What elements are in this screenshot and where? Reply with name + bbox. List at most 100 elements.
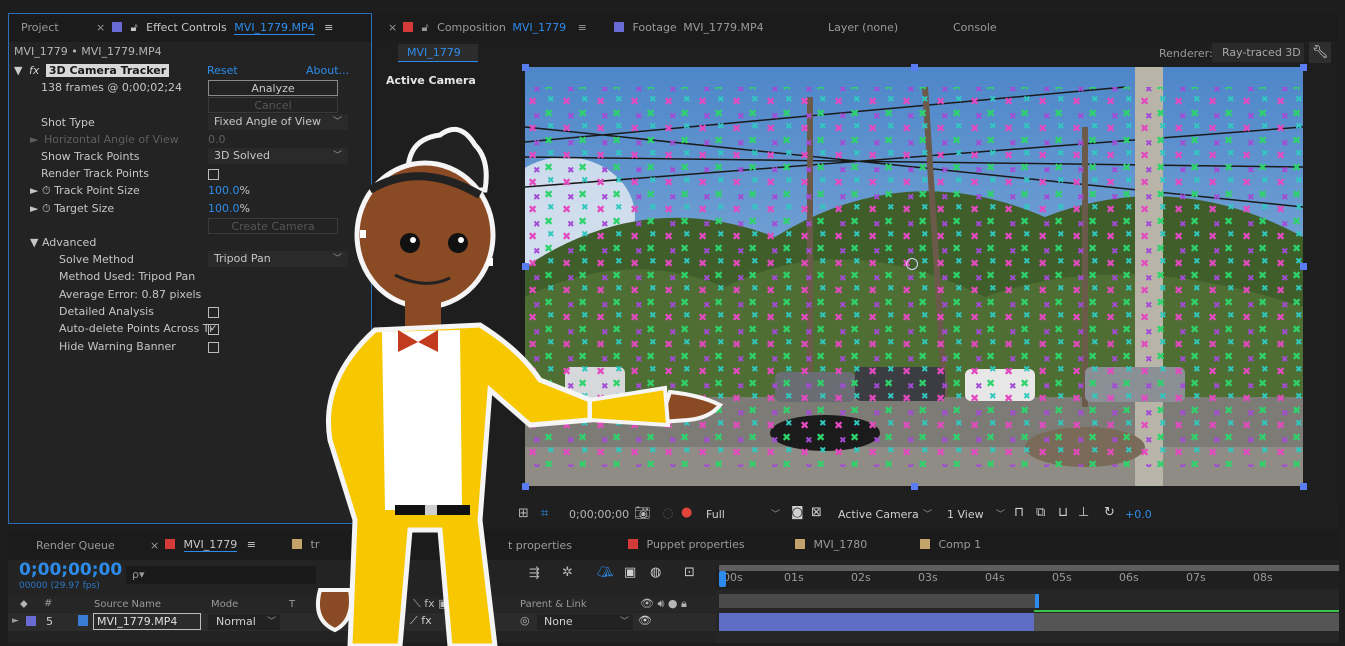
transform-handle[interactable]: [911, 64, 918, 71]
transform-handle[interactable]: [911, 483, 918, 490]
close-icon[interactable]: ×: [150, 539, 159, 552]
chevron-down-icon[interactable]: ﹀: [771, 507, 780, 520]
tab-comp-1[interactable]: Comp 1: [920, 538, 981, 551]
tab-console[interactable]: Console: [953, 21, 997, 34]
transform-handle[interactable]: [1300, 263, 1307, 270]
target-size-value[interactable]: 100.0%: [208, 202, 250, 215]
tab-layer[interactable]: Layer (none): [828, 21, 898, 34]
expand-arrow-icon[interactable]: ►: [30, 133, 38, 146]
fast-previews-icon[interactable]: ◙: [791, 505, 804, 520]
reset-link[interactable]: Reset: [207, 64, 238, 77]
active-camera-overlay: Active Camera: [386, 74, 476, 87]
label-color-swatch: [920, 539, 930, 549]
view-layout-dropdown[interactable]: 1 View: [947, 508, 984, 521]
auto-delete-checkbox[interactable]: ✓: [208, 324, 219, 335]
effect-name[interactable]: 3D Camera Tracker: [45, 64, 170, 77]
horizontal-aov-value[interactable]: 0.0: [208, 133, 226, 146]
layer-name-field[interactable]: MVI_1779.MP4: [93, 613, 201, 630]
anchor-point-icon[interactable]: [906, 258, 918, 270]
tab-project[interactable]: Project: [21, 21, 59, 34]
camera-view-dropdown[interactable]: Active Camera: [838, 508, 919, 521]
layer-mode-dropdown[interactable]: Normal ﹀: [208, 614, 280, 630]
close-icon[interactable]: ×: [96, 21, 105, 34]
work-area-range[interactable]: [719, 594, 1037, 608]
transform-handle[interactable]: [1300, 64, 1307, 71]
about-link[interactable]: About...: [306, 64, 349, 77]
solve-method-label: Solve Method: [59, 253, 134, 266]
comp-tab-label: MVI_1779: [183, 538, 238, 552]
panel-menu-icon[interactable]: ≡: [578, 21, 587, 34]
ruler-label: 08s: [1253, 571, 1273, 584]
ruler-label: 01s: [784, 571, 804, 584]
layer-search-input[interactable]: ρ▾: [126, 566, 316, 584]
tab-composition[interactable]: 🔓︎ Composition MVI_1779 ≡: [403, 21, 587, 35]
track-point-size-value[interactable]: 100.0%: [208, 184, 250, 197]
show-track-points-label: Show Track Points: [41, 150, 140, 163]
tab-mvi-1780[interactable]: MVI_1780: [795, 538, 867, 551]
analyze-button[interactable]: Analyze: [208, 80, 338, 96]
footage-tab-name: MVI_1779.MP4: [683, 21, 764, 34]
renderer-label: Renderer:: [1159, 47, 1213, 60]
layer-duration-bar-tail: [1034, 613, 1339, 631]
ruler-label: 02s: [851, 571, 871, 584]
column-mode[interactable]: Mode: [211, 599, 238, 610]
comp-chip[interactable]: MVI_1779: [398, 44, 478, 62]
tab-effect-controls[interactable]: 🔓︎ Effect Controls MVI_1779.MP4 ≡: [112, 21, 333, 35]
fast-draft-icon[interactable]: ⧉: [1036, 505, 1045, 520]
lock-icon[interactable]: 🔓︎: [131, 21, 138, 34]
lock-icon[interactable]: 🔓︎: [422, 21, 429, 34]
layer-duration-bar[interactable]: [719, 613, 1034, 631]
hide-warning-label: Hide Warning Banner: [59, 340, 176, 353]
stopwatch-icon[interactable]: ⏱︎: [42, 184, 51, 197]
renderer-button[interactable]: Ray-traced 3D: [1212, 43, 1304, 62]
tab-comp-mvi-1779[interactable]: MVI_1779 ≡: [165, 538, 256, 552]
reset-exposure-icon[interactable]: ↻: [1104, 505, 1115, 520]
stopwatch-icon[interactable]: ⏱︎: [42, 202, 51, 215]
frames-row: 138 frames @ 0;00;02;24 Analyze: [14, 80, 354, 98]
expand-arrow-icon[interactable]: ►: [30, 202, 38, 215]
expand-arrow-icon[interactable]: ▼: [14, 64, 22, 77]
tab-render-queue[interactable]: Render Queue: [36, 539, 115, 552]
column-source-name[interactable]: Source Name: [94, 599, 161, 610]
wrench-icon[interactable]: 🔧︎: [1309, 42, 1331, 63]
render-track-points-checkbox[interactable]: [208, 169, 219, 180]
work-area-end-handle[interactable]: [1035, 594, 1039, 608]
exposure-value[interactable]: +0.0: [1125, 508, 1152, 521]
timeline-icon[interactable]: ⊔: [1058, 505, 1068, 520]
toggle-mask-icon[interactable]: ⊠: [811, 505, 822, 520]
label-color-swatch: [614, 22, 624, 32]
hide-warning-checkbox[interactable]: [208, 342, 219, 353]
render-bar: [1034, 610, 1339, 612]
timeline-timecode[interactable]: 0;00;00;00: [19, 560, 122, 580]
transform-handle[interactable]: [1300, 483, 1307, 490]
target-size-label: Target Size: [54, 202, 115, 215]
mvi-1780-tab-label: MVI_1780: [813, 538, 868, 551]
label-color-swatch: [165, 539, 175, 549]
label-color-swatch: [795, 539, 805, 549]
composition-tab-label: Composition: [437, 21, 506, 34]
panel-menu-icon[interactable]: ≡: [324, 21, 333, 34]
effect-header-row: ▼ fx 3D Camera Tracker Reset About...: [14, 64, 354, 81]
toggle-pixel-aspect-icon[interactable]: ⊓: [1014, 505, 1024, 520]
transform-handle[interactable]: [522, 64, 529, 71]
ruler-label: 06s: [1119, 571, 1139, 584]
chevron-down-icon[interactable]: ﹀: [923, 507, 932, 520]
tab-footage[interactable]: Footage MVI_1779.MP4: [614, 21, 764, 34]
expand-arrow-icon[interactable]: ►: [30, 184, 38, 197]
advanced-label[interactable]: Advanced: [42, 236, 96, 249]
chevron-down-icon[interactable]: ﹀: [996, 507, 1005, 520]
close-icon[interactable]: ×: [388, 21, 397, 34]
layer-label-swatch[interactable]: [26, 616, 36, 626]
detailed-analysis-checkbox[interactable]: [208, 307, 219, 318]
flowchart-icon[interactable]: ⊥: [1078, 505, 1089, 520]
panel-menu-icon[interactable]: ≡: [247, 538, 256, 551]
label-column-icon[interactable]: ⬥: [20, 597, 28, 611]
layer-number: 5: [46, 615, 53, 628]
fx-icon[interactable]: fx: [29, 64, 39, 77]
work-area-bar[interactable]: [719, 565, 1339, 571]
expand-arrow-icon[interactable]: ▼: [30, 236, 38, 249]
layer-mode-value: Normal: [216, 615, 256, 628]
cancel-button[interactable]: Cancel: [208, 97, 338, 113]
composition-tab-name: MVI_1779: [512, 21, 567, 34]
expand-arrow-icon[interactable]: ►: [12, 616, 19, 626]
